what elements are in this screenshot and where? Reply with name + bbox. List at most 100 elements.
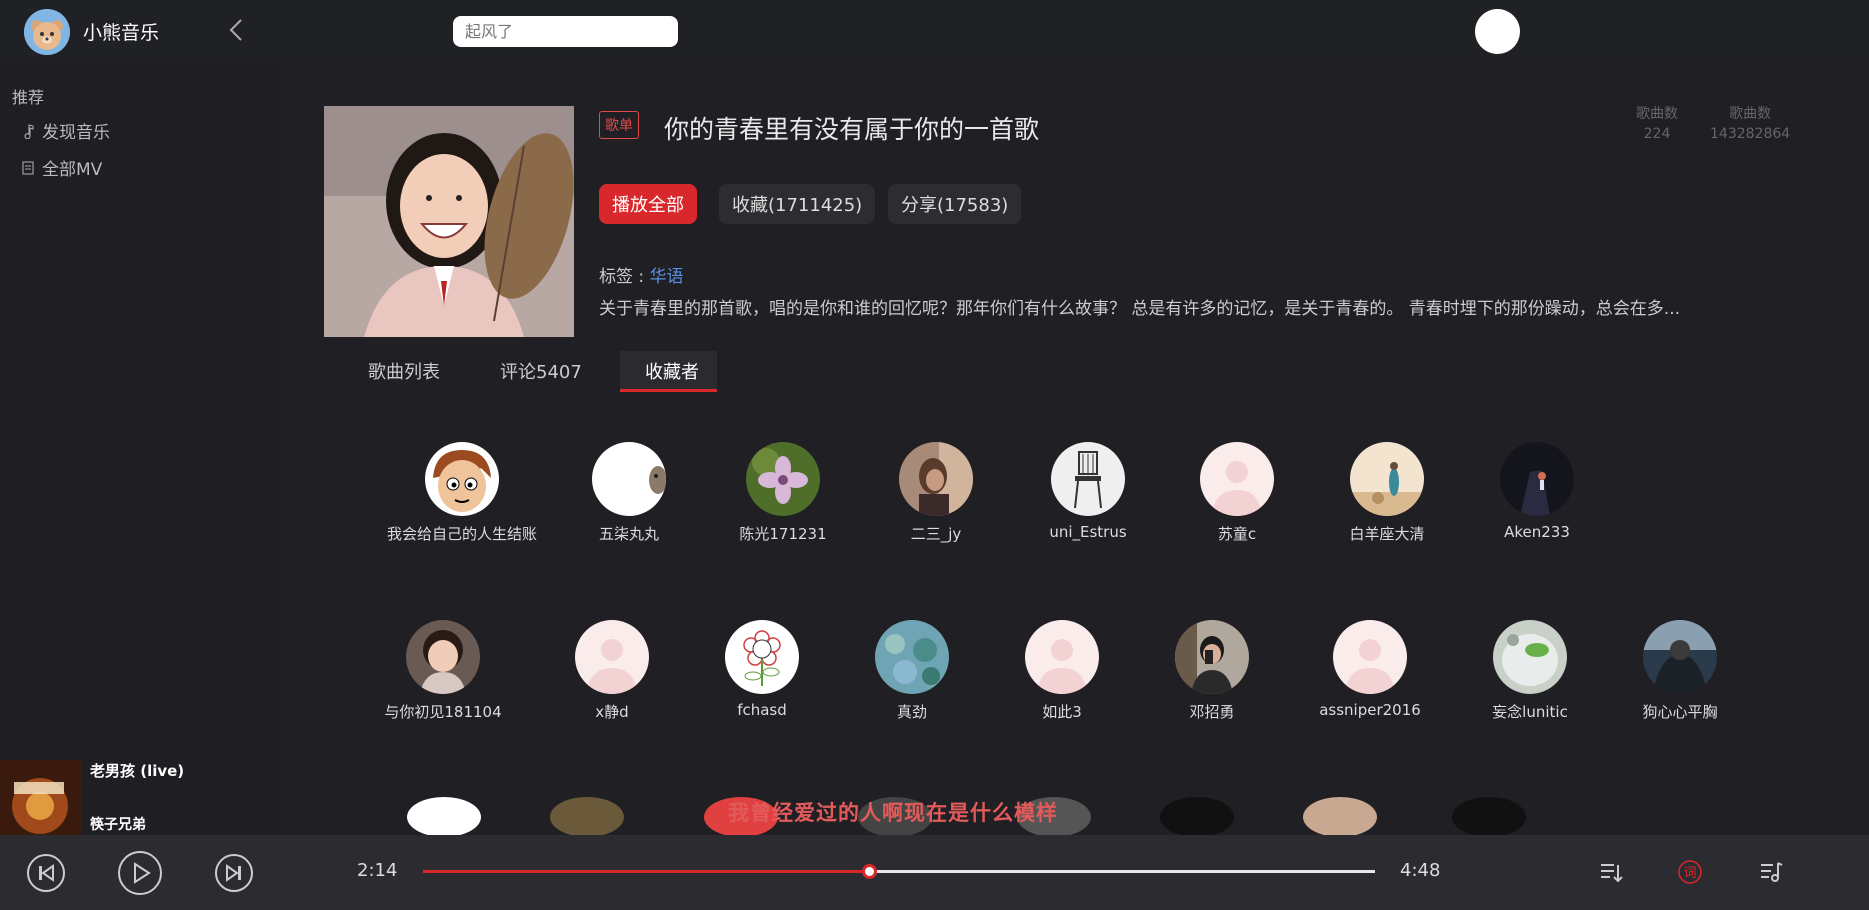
collector-name: 如此3: [1042, 703, 1082, 721]
stat-value: 143282864: [1710, 126, 1791, 142]
playlist-detail: 歌单 你的青春里有没有属于你的一首歌 歌曲数 224 歌曲数 143282864…: [280, 62, 1869, 835]
tab-active-underline: [620, 389, 717, 392]
search-input[interactable]: [453, 16, 678, 47]
collector-name: 苏童c: [1217, 525, 1257, 543]
sidebar-section-title: 推荐: [12, 88, 45, 107]
sidebar-item-label: 发现音乐: [42, 123, 110, 143]
tab-song-list[interactable]: 歌曲列表: [368, 358, 440, 384]
now-playing-song: 老男孩 (live): [90, 762, 185, 780]
collector-item[interactable]: 狗心心平胸: [1605, 620, 1755, 722]
collector-item[interactable]: x静d: [537, 620, 687, 722]
collector-avatar: [592, 442, 666, 516]
skip-next-icon[interactable]: [214, 853, 254, 897]
total-time: 4:48: [1400, 860, 1441, 881]
collector-item[interactable]: 苏童c: [1162, 442, 1312, 544]
collector-name: 妄念lunitic: [1492, 703, 1568, 721]
lyrics-icon[interactable]: 词: [1677, 859, 1703, 885]
player-bar: 2:14 4:48 词: [0, 835, 1869, 910]
collector-item[interactable]: 白羊座大清: [1312, 442, 1462, 544]
playlist-title: 你的青春里有没有属于你的一首歌: [664, 115, 1040, 144]
playlist-icon[interactable]: [1598, 859, 1624, 885]
stat-label: 歌曲数: [1729, 106, 1772, 122]
collector-name: fchasd: [737, 701, 787, 719]
collector-avatar: [899, 442, 973, 516]
back-arrow-icon[interactable]: [226, 16, 248, 44]
document-icon: [22, 160, 34, 175]
queue-music-icon[interactable]: [1758, 859, 1784, 885]
collector-name: 狗心心平胸: [1642, 703, 1718, 721]
tab-comments[interactable]: 评论5407: [500, 358, 582, 384]
user-avatar[interactable]: [1475, 9, 1520, 54]
collector-item[interactable]: 陈光171231: [708, 442, 858, 544]
collector-item[interactable]: 与你初见181104: [368, 620, 518, 722]
collector-item[interactable]: 二三_jy: [861, 442, 1011, 544]
collector-item[interactable]: 如此3: [987, 620, 1137, 722]
sidebar-item-label: 全部MV: [42, 160, 103, 180]
playlist-tags: 标签 : 华语: [599, 262, 684, 287]
collector-name: 二三_jy: [910, 525, 962, 543]
play-icon[interactable]: [117, 850, 163, 900]
stat-label: 歌曲数: [1636, 106, 1678, 122]
collector-name: 五柒丸丸: [598, 525, 659, 543]
sidebar-item-discover-music[interactable]: 发现音乐: [20, 118, 110, 143]
collector-avatar-partial: [550, 797, 624, 835]
current-lyric: 我曾经爱过的人啊现在是什么模样: [728, 801, 1058, 825]
skip-previous-icon[interactable]: [26, 853, 66, 897]
stat-play-count: 歌曲数 143282864: [1710, 104, 1790, 144]
collector-name: x静d: [595, 703, 629, 721]
tab-collectors[interactable]: 收藏者: [645, 358, 699, 384]
playlist-description: 关于青春里的那首歌，唱的是你和谁的回忆呢？那年你们有什么故事？ 总是有许多的记忆…: [599, 299, 1681, 319]
progress-knob[interactable]: [861, 864, 877, 879]
collector-item[interactable]: Aken233: [1462, 442, 1612, 541]
collector-name: 我会给自己的人生结账: [387, 525, 538, 543]
music-note-icon: [24, 123, 34, 139]
sidebar-item-all-mv[interactable]: 全部MV: [20, 155, 102, 180]
stat-value: 224: [1643, 126, 1671, 142]
tag-link[interactable]: 华语: [650, 267, 684, 287]
collector-avatar: [1350, 442, 1424, 516]
collector-name: 邓招勇: [1189, 703, 1235, 721]
current-time: 2:14: [357, 860, 398, 881]
collector-avatar: [1025, 620, 1099, 694]
collector-item[interactable]: uni_Estrus: [1013, 442, 1163, 541]
collector-avatar-partial: [1160, 797, 1234, 835]
share-button[interactable]: 分享(17583): [888, 184, 1022, 224]
stat-song-count: 歌曲数 224: [1636, 104, 1678, 144]
collector-item[interactable]: fchasd: [687, 620, 837, 719]
collector-name: 白羊座大清: [1349, 525, 1425, 543]
collector-avatar: [1643, 620, 1717, 694]
app-logo-icon[interactable]: [24, 9, 70, 55]
collector-name: uni_Estrus: [1049, 523, 1127, 541]
collector-name: 与你初见181104: [384, 703, 502, 721]
collector-avatar: [1051, 442, 1125, 516]
collector-avatar: [1200, 442, 1274, 516]
collector-item[interactable]: 邓招勇: [1137, 620, 1287, 722]
playlist-badge: 歌单: [599, 111, 639, 139]
collector-avatar: [1493, 620, 1567, 694]
collector-item[interactable]: 五柒丸丸: [554, 442, 704, 544]
collector-avatar: [575, 620, 649, 694]
now-playing-mini[interactable]: 老男孩 (live) 筷子兄弟: [0, 760, 280, 835]
collector-avatar: [725, 620, 799, 694]
collector-avatar: [1500, 442, 1574, 516]
play-all-button[interactable]: 播放全部: [599, 184, 697, 224]
collector-item[interactable]: 真劲: [837, 620, 987, 722]
collector-item[interactable]: 我会给自己的人生结账: [387, 442, 537, 544]
top-bar: 小熊音乐: [0, 0, 1869, 62]
progress-bar[interactable]: [423, 864, 1375, 879]
sidebar: 推荐 发现音乐 全部MV: [0, 62, 280, 835]
collector-item[interactable]: assniper2016: [1295, 620, 1445, 719]
collector-avatar: [425, 442, 499, 516]
collector-avatar-partial: [1452, 797, 1526, 835]
collector-name: 真劲: [896, 703, 927, 721]
collector-name: Aken233: [1504, 523, 1570, 541]
lyrics-glyph: 词: [1683, 866, 1696, 881]
collect-button[interactable]: 收藏(1711425): [719, 184, 876, 224]
collector-item[interactable]: 妄念lunitic: [1455, 620, 1605, 722]
app-name: 小熊音乐: [83, 22, 160, 44]
now-playing-cover: [0, 760, 82, 835]
tags-label: 标签 :: [599, 267, 650, 287]
collector-avatar: [746, 442, 820, 516]
collector-avatar: [1333, 620, 1407, 694]
collector-name: assniper2016: [1319, 701, 1421, 719]
